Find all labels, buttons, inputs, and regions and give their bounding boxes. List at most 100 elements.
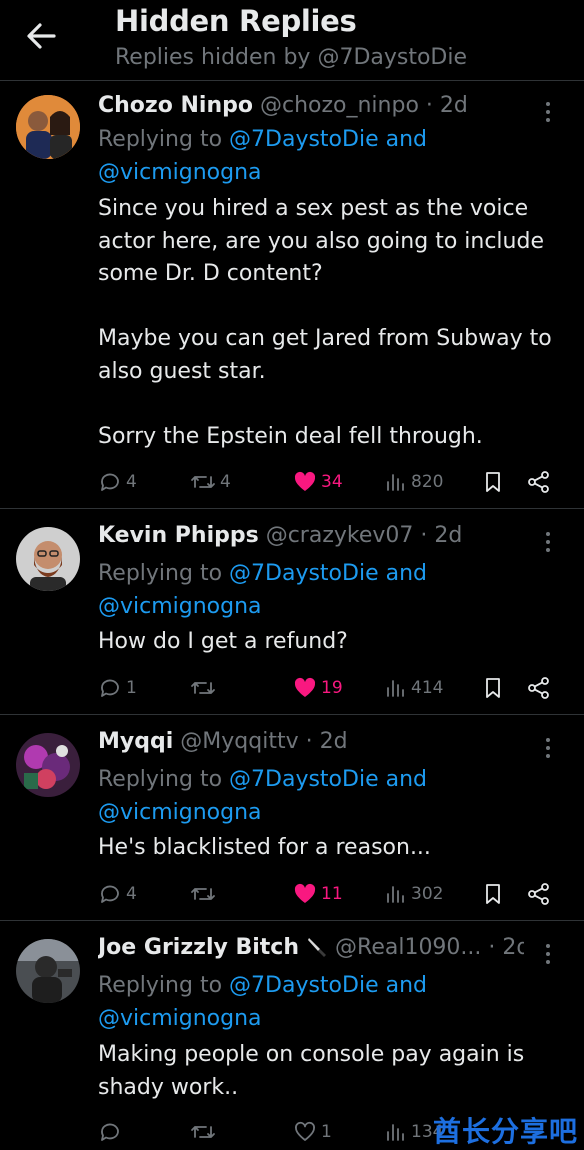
- more-options-button[interactable]: [538, 733, 558, 763]
- reply-button[interactable]: 4: [98, 879, 137, 909]
- tweet[interactable]: Myqqi @Myqqittv · 2d Replying to @7Dayst…: [0, 714, 584, 920]
- views-chart-icon: [387, 886, 404, 903]
- tweet-text: Since you hired a sex pest as the voice …: [98, 196, 552, 449]
- heart-filled-icon: [294, 883, 316, 903]
- more-vertical-icon: [546, 738, 550, 758]
- share-button[interactable]: [526, 467, 552, 497]
- reply-icon: [101, 473, 119, 491]
- mention-link[interactable]: @vicmignogna: [98, 800, 262, 825]
- user-handle[interactable]: @crazykev07: [266, 523, 414, 548]
- heart-outline-icon: [295, 1121, 315, 1141]
- back-button[interactable]: [22, 16, 62, 56]
- share-button[interactable]: [526, 879, 552, 909]
- tweet-actions: 4 4 34 820: [98, 467, 558, 497]
- share-icon: [528, 471, 549, 493]
- retweet-icon: [191, 682, 215, 694]
- retweet-button[interactable]: [190, 1117, 220, 1147]
- mention-link[interactable]: @7DaystoDie: [229, 767, 379, 792]
- user-handle[interactable]: @Real1090...: [335, 935, 481, 960]
- mention-link[interactable]: @7DaystoDie: [229, 127, 379, 152]
- mention-link[interactable]: @vicmignogna: [98, 160, 262, 185]
- more-vertical-icon: [546, 532, 550, 552]
- knife-emoji-icon: [308, 938, 327, 957]
- reply-icon: [101, 1123, 119, 1141]
- replying-to: Replying to @7DaystoDie and @vicmignogna: [98, 767, 427, 825]
- page-title: Hidden Replies: [115, 4, 357, 38]
- avatar[interactable]: [16, 939, 80, 1003]
- views-button[interactable]: 820: [385, 467, 443, 497]
- avatar[interactable]: [16, 733, 80, 797]
- more-options-button[interactable]: [538, 527, 558, 557]
- page-header: Hidden Replies Replies hidden by @7Dayst…: [0, 0, 584, 80]
- bookmark-icon: [486, 472, 500, 492]
- display-name[interactable]: Kevin Phipps: [98, 523, 259, 548]
- tweet[interactable]: Chozo Ninpo @chozo_ninpo · 2d Replying t…: [0, 80, 584, 508]
- mention-link[interactable]: @vicmignogna: [98, 1006, 262, 1031]
- retweet-count: 4: [220, 472, 231, 492]
- replying-to: Replying to @7DaystoDie and @vicmignogna: [98, 973, 427, 1031]
- tweet-actions: 4 11 302: [98, 879, 558, 909]
- tweet-text: Making people on console pay again is sh…: [98, 1042, 525, 1100]
- retweet-button[interactable]: 4: [190, 467, 231, 497]
- share-icon: [528, 883, 549, 905]
- reply-button[interactable]: 1: [98, 673, 137, 703]
- mention-link[interactable]: @vicmignogna: [98, 594, 262, 619]
- page-subtitle: Replies hidden by @7DaystoDie: [115, 45, 468, 70]
- share-icon: [528, 677, 549, 699]
- share-button[interactable]: [526, 673, 552, 703]
- more-vertical-icon: [546, 102, 550, 122]
- like-count: 34: [321, 472, 343, 492]
- retweet-icon: [191, 888, 215, 900]
- reply-count: 1: [126, 678, 137, 698]
- avatar[interactable]: [16, 95, 80, 159]
- replying-to: Replying to @7DaystoDie and @vicmignogna: [98, 561, 427, 619]
- tweet-text: How do I get a refund?: [98, 629, 348, 654]
- timestamp[interactable]: 2d: [320, 729, 348, 754]
- display-name[interactable]: Joe Grizzly Bitch: [98, 935, 299, 960]
- views-button[interactable]: 414: [385, 673, 443, 703]
- views-button[interactable]: 302: [385, 879, 443, 909]
- reply-button[interactable]: [98, 1117, 126, 1147]
- timestamp[interactable]: 2d: [440, 93, 468, 118]
- retweet-button[interactable]: [190, 879, 220, 909]
- user-handle[interactable]: @chozo_ninpo: [260, 93, 419, 118]
- display-name[interactable]: Chozo Ninpo: [98, 93, 253, 118]
- like-button[interactable]: 1: [293, 1117, 332, 1147]
- reply-button[interactable]: 4: [98, 467, 137, 497]
- mention-link[interactable]: @7DaystoDie: [229, 973, 379, 998]
- tweet-text: He's blacklisted for a reason...: [98, 835, 431, 860]
- retweet-button[interactable]: [190, 673, 220, 703]
- view-count: 414: [411, 678, 444, 698]
- more-options-button[interactable]: [538, 97, 558, 127]
- like-count: 1: [321, 1122, 332, 1142]
- timestamp[interactable]: 2d: [434, 523, 462, 548]
- timestamp[interactable]: 2d: [502, 935, 524, 960]
- like-button[interactable]: 19: [293, 673, 343, 703]
- bookmark-icon: [486, 678, 500, 698]
- tweet-actions: 1 19 414: [98, 673, 558, 703]
- reply-count: 4: [126, 472, 137, 492]
- heart-filled-icon: [294, 677, 316, 697]
- reply-icon: [101, 679, 119, 697]
- retweet-icon: [191, 476, 215, 488]
- reply-icon: [101, 885, 119, 903]
- avatar[interactable]: [16, 527, 80, 591]
- bookmark-button[interactable]: [483, 879, 503, 909]
- like-count: 19: [321, 678, 343, 698]
- view-count: 302: [411, 884, 444, 904]
- tweet[interactable]: Kevin Phipps @crazykev07 · 2d Replying t…: [0, 508, 584, 714]
- bookmark-button[interactable]: [483, 467, 503, 497]
- like-button[interactable]: 11: [293, 879, 343, 909]
- more-options-button[interactable]: [538, 939, 558, 969]
- replying-to: Replying to @7DaystoDie and @vicmignogna: [98, 127, 427, 185]
- like-count: 11: [321, 884, 343, 904]
- mention-link[interactable]: @7DaystoDie: [229, 561, 379, 586]
- heart-filled-icon: [294, 471, 316, 491]
- display-name[interactable]: Myqqi: [98, 729, 173, 754]
- bookmark-icon: [486, 884, 500, 904]
- arrow-left-icon: [27, 23, 56, 49]
- like-button[interactable]: 34: [293, 467, 343, 497]
- bookmark-button[interactable]: [483, 673, 503, 703]
- view-count: 820: [411, 472, 444, 492]
- user-handle[interactable]: @Myqqittv: [180, 729, 298, 754]
